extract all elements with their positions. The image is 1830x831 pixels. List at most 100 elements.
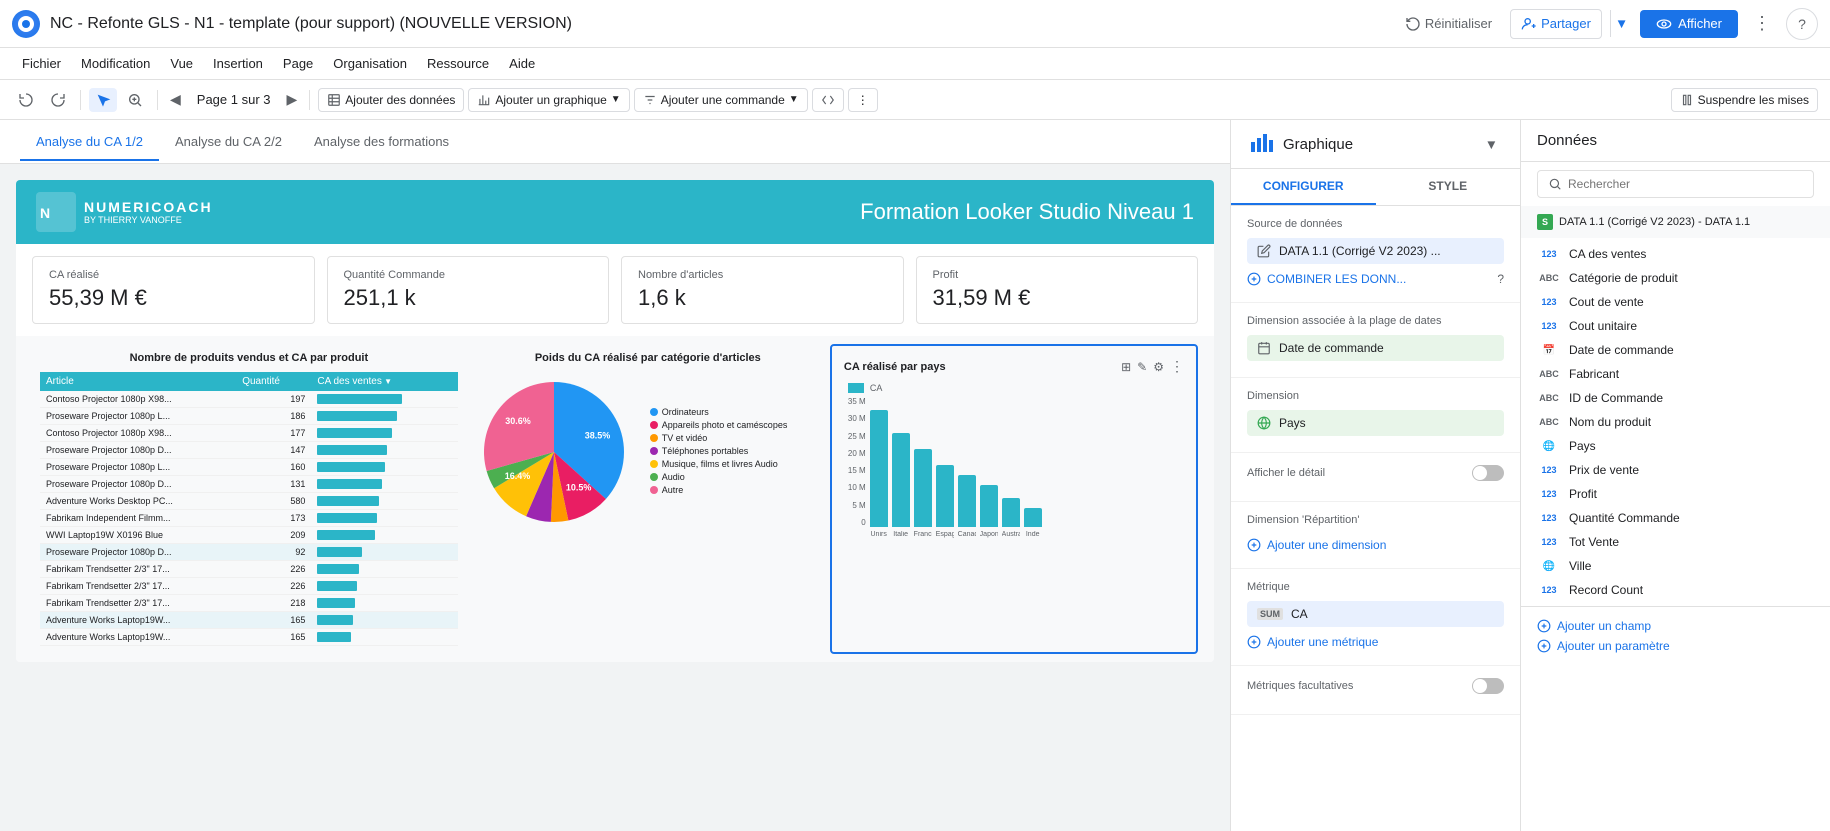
panel-footer: Ajouter un champ Ajouter un paramètre: [1521, 606, 1830, 665]
svg-text:16.4%: 16.4%: [505, 471, 531, 481]
field-item[interactable]: 📅Date de commande: [1521, 338, 1830, 362]
table-row: Fabrikam Trendsetter 2/3" 17... 218: [40, 595, 458, 612]
add-data-button[interactable]: Ajouter des données: [318, 88, 464, 112]
menu-modification[interactable]: Modification: [71, 52, 160, 75]
optional-toggle[interactable]: [1472, 678, 1504, 694]
menu-aide[interactable]: Aide: [499, 52, 545, 75]
field-item[interactable]: 123Cout de vente: [1521, 290, 1830, 314]
zoom-button[interactable]: [121, 88, 149, 112]
field-item[interactable]: 123Record Count: [1521, 578, 1830, 602]
field-type-badge: 123: [1537, 296, 1561, 308]
field-item[interactable]: 🌐Ville: [1521, 554, 1830, 578]
cursor-button[interactable]: [89, 88, 117, 112]
menu-page[interactable]: Page: [273, 52, 323, 75]
field-type-badge: 123: [1537, 584, 1561, 596]
canvas-content: N NUMERICOACH BY THIERRY VANOFFE Formati…: [0, 164, 1230, 831]
prev-page-button[interactable]: ◀: [166, 89, 185, 110]
tab-ca-1[interactable]: Analyse du CA 1/2: [20, 122, 159, 161]
separator: [80, 90, 81, 110]
source-item[interactable]: DATA 1.1 (Corrigé V2 2023) ...: [1247, 238, 1504, 264]
search-input[interactable]: [1568, 177, 1803, 191]
field-name: Date de commande: [1569, 343, 1674, 357]
col-ca[interactable]: CA des ventes: [311, 372, 457, 391]
cell-ca: [311, 612, 457, 629]
cell-article: Adventure Works Desktop PC...: [40, 493, 236, 510]
plus-circle-icon2: [1247, 635, 1261, 649]
field-item[interactable]: 123Cout unitaire: [1521, 314, 1830, 338]
bar-chart-bar: [892, 433, 910, 527]
code-button[interactable]: [812, 88, 844, 112]
tab-configurer[interactable]: CONFIGURER: [1231, 169, 1376, 205]
chart-settings-button[interactable]: ⚙: [1153, 358, 1164, 375]
help-button[interactable]: ?: [1786, 8, 1818, 40]
partager-button[interactable]: Partager: [1510, 9, 1602, 39]
add-repartition-button[interactable]: Ajouter une dimension: [1247, 534, 1504, 556]
field-item[interactable]: ABC Catégorie de produit: [1521, 266, 1830, 290]
tab-ca-2[interactable]: Analyse du CA 2/2: [159, 122, 298, 161]
search-box: [1537, 170, 1814, 198]
suspend-button[interactable]: Suspendre les mises: [1671, 88, 1818, 112]
add-metric-button[interactable]: Ajouter une métrique: [1247, 631, 1504, 653]
dimension-item[interactable]: Pays: [1247, 410, 1504, 436]
panel-dropdown-button[interactable]: ▼: [1479, 133, 1504, 156]
field-item[interactable]: 123CA des ventes: [1521, 242, 1830, 266]
config-date: Dimension associée à la plage de dates D…: [1231, 303, 1520, 378]
add-chart-button[interactable]: Ajouter un graphique ▼: [468, 88, 629, 112]
data-panel-title: Données: [1537, 132, 1814, 149]
app-logo: [12, 10, 40, 38]
cell-qty: 165: [236, 629, 311, 646]
undo-toolbar-button[interactable]: [12, 88, 40, 112]
legend-ca-label: CA: [870, 383, 883, 393]
tab-formations[interactable]: Analyse des formations: [298, 122, 465, 161]
menu-insertion[interactable]: Insertion: [203, 52, 273, 75]
field-item[interactable]: 123Quantité Commande: [1521, 506, 1830, 530]
menu-vue[interactable]: Vue: [160, 52, 203, 75]
sliders-icon: [643, 93, 657, 107]
field-item[interactable]: 123Prix de vente: [1521, 458, 1830, 482]
field-list: 123CA des ventes ABC Catégorie de produit 1…: [1521, 238, 1830, 606]
reinit-button[interactable]: Réinitialiser: [1395, 10, 1502, 38]
globe-small-icon: [1257, 416, 1271, 430]
field-type-badge: ABC: [1537, 272, 1561, 284]
detail-toggle[interactable]: [1472, 465, 1504, 481]
field-type-badge: 123: [1537, 488, 1561, 500]
partager-dropdown-button[interactable]: ▼: [1610, 10, 1632, 37]
field-item[interactable]: 123Profit: [1521, 482, 1830, 506]
cell-ca: [311, 544, 457, 561]
menu-organisation[interactable]: Organisation: [323, 52, 417, 75]
tab-style[interactable]: STYLE: [1376, 169, 1521, 205]
config-optional: Métriques facultatives: [1231, 666, 1520, 715]
more-options-button[interactable]: ⋮: [1746, 8, 1778, 40]
field-item[interactable]: ABCFabricant: [1521, 362, 1830, 386]
field-item[interactable]: 123Tot Vente: [1521, 530, 1830, 554]
add-field-button[interactable]: Ajouter un champ: [1537, 619, 1814, 633]
main-layout: Analyse du CA 1/2 Analyse du CA 2/2 Anal…: [0, 120, 1830, 831]
report-header: N NUMERICOACH BY THIERRY VANOFFE Formati…: [16, 180, 1214, 244]
legend-item: TV et vidéo: [650, 433, 788, 443]
afficher-button[interactable]: Afficher: [1640, 10, 1738, 38]
next-page-button[interactable]: ▶: [283, 89, 302, 110]
cell-article: Fabrikam Independent Filmm...: [40, 510, 236, 527]
metric-item[interactable]: SUM CA: [1247, 601, 1504, 627]
more-toolbar-button[interactable]: ⋮: [848, 88, 878, 112]
legend-item: Téléphones portables: [650, 446, 788, 456]
chart-resize-button[interactable]: ⊞: [1121, 358, 1131, 375]
combine-data-button[interactable]: COMBINER LES DONN... ?: [1247, 268, 1504, 290]
date-dim-item[interactable]: Date de commande: [1247, 335, 1504, 361]
legend-item: Audio: [650, 472, 788, 482]
chart-edit-button[interactable]: ✎: [1137, 358, 1147, 375]
field-item[interactable]: ABCID de Commande: [1521, 386, 1830, 410]
field-name: Catégorie de produit: [1569, 271, 1678, 285]
add-param-button[interactable]: Ajouter un paramètre: [1537, 639, 1814, 653]
field-item[interactable]: 🌐Pays: [1521, 434, 1830, 458]
edit-icon: [1257, 244, 1271, 258]
cell-article: Adventure Works Laptop19W...: [40, 612, 236, 629]
add-control-button[interactable]: Ajouter une commande ▼: [634, 88, 808, 112]
chart-type-icon: [1247, 130, 1275, 158]
menu-ressource[interactable]: Ressource: [417, 52, 499, 75]
field-item[interactable]: ABCNom du produit: [1521, 410, 1830, 434]
redo-toolbar-button[interactable]: [44, 88, 72, 112]
chart-more-button[interactable]: ⋮: [1170, 358, 1184, 375]
menu-fichier[interactable]: Fichier: [12, 52, 71, 75]
menu-bar: Fichier Modification Vue Insertion Page …: [0, 48, 1830, 80]
